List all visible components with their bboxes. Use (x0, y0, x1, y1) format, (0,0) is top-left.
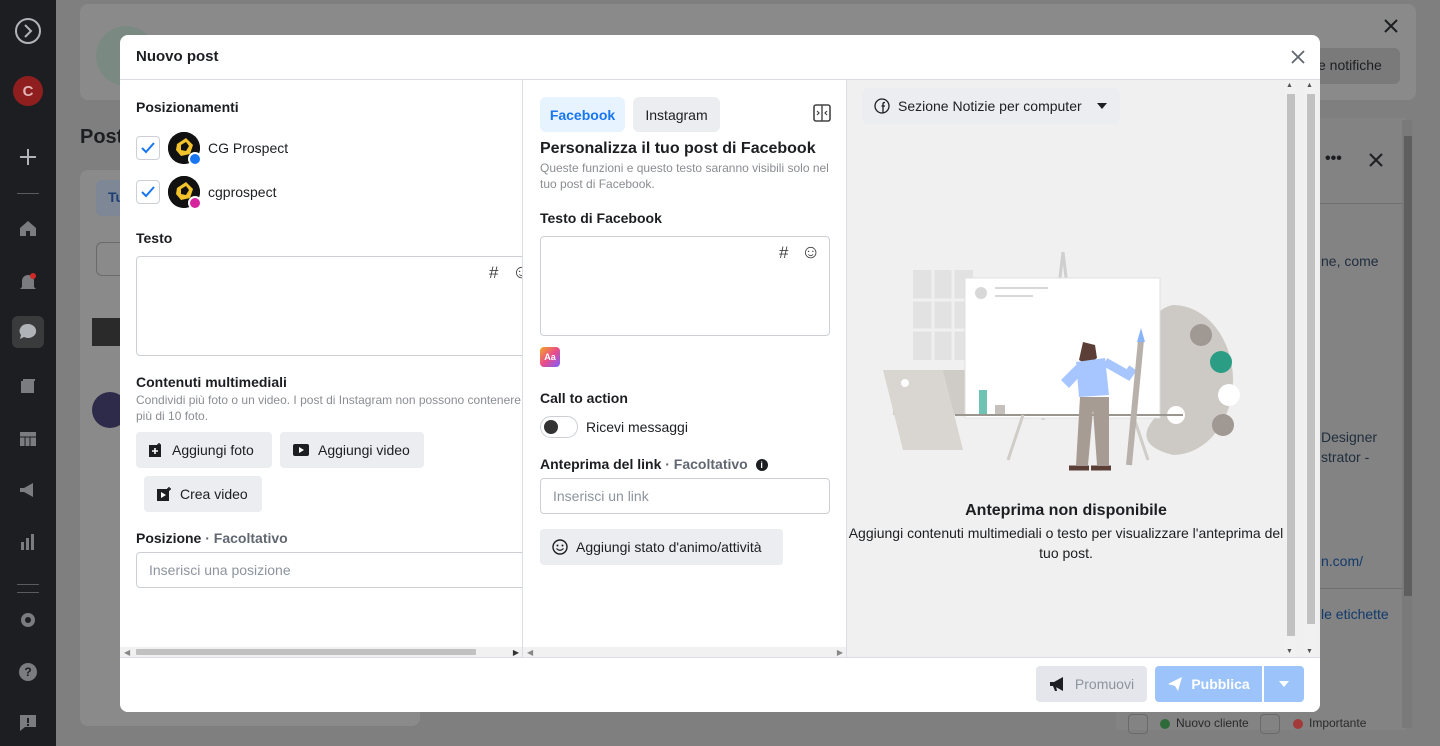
tab-instagram[interactable]: Instagram (633, 97, 720, 132)
svg-text:?: ? (24, 665, 31, 679)
publish-options-dropdown[interactable] (1264, 666, 1304, 702)
call-to-action-option-label: Ricevi messaggi (586, 419, 688, 435)
new-post-dialog: Nuovo post Posizionamenti CG Prospect cg… (120, 35, 1320, 712)
publish-label: Pubblica (1191, 676, 1250, 692)
add-photo-label: Aggiungi foto (172, 442, 254, 458)
instagram-badge-icon (188, 196, 202, 210)
create-video-icon (157, 487, 171, 501)
label-green-dot (1160, 719, 1170, 729)
smiley-icon (552, 539, 568, 555)
add-feeling-activity-button[interactable]: Aggiungi stato d'animo/attività (540, 529, 783, 565)
create-video-button[interactable]: Crea video (144, 476, 262, 512)
instagram-account-avatar (168, 176, 202, 210)
caret-down-icon (1096, 103, 1107, 109)
add-photo-button[interactable]: Aggiungi foto (136, 432, 272, 468)
text-label: Testo (136, 230, 173, 246)
help-icon[interactable]: ? (12, 656, 44, 688)
megaphone-icon (1049, 677, 1063, 691)
call-to-action-toggle[interactable] (540, 416, 578, 438)
facebook-icon (874, 98, 890, 114)
preview-vertical-scrollbar[interactable]: ▲ ▼ (1285, 80, 1295, 657)
customize-helper-text: Queste funzioni e questo testo saranno v… (540, 161, 829, 191)
inbox-chat-icon[interactable] (12, 316, 44, 348)
text-style-icon[interactable]: Aa (540, 347, 560, 367)
call-to-action-label: Call to action (540, 390, 628, 406)
preview-placement-label: Sezione Notizie per computer (898, 98, 1082, 114)
media-helper-text: Condividi più foto o un video. I post di… (136, 393, 521, 423)
meta-business-logo-icon[interactable] (12, 15, 44, 47)
layout-toggle-icon[interactable] (813, 104, 831, 127)
add-video-icon (293, 444, 309, 456)
background-page-title: Post (80, 126, 124, 148)
promote-label: Promuovi (1074, 676, 1135, 692)
middle-column-horizontal-scrollbar[interactable]: ◀ ▶ (523, 647, 846, 657)
preview-unavailable-title: Anteprima non disponibile (965, 502, 1167, 519)
position-input[interactable]: Inserisci una posizione (136, 552, 522, 588)
dialog-vertical-scrollbar[interactable]: ▲ ▼ (1305, 80, 1315, 657)
background-label-importante[interactable]: Importante (1309, 716, 1366, 730)
customize-title: Personalizza il tuo post di Facebook (540, 140, 816, 157)
left-column-horizontal-scrollbar[interactable]: ◀ ▶ (120, 647, 522, 657)
account-avatar[interactable]: C (12, 75, 44, 107)
facebook-customize-column: Facebook Instagram Personalizza il tuo p… (523, 80, 847, 657)
add-feeling-label: Aggiungi stato d'animo/attività (576, 539, 762, 555)
add-photo-icon (149, 443, 161, 457)
background-notifications-button[interactable]: e notifiche (1312, 48, 1400, 84)
facebook-account-avatar (168, 132, 202, 166)
preview-placement-dropdown[interactable]: Sezione Notizie per computer (862, 88, 1120, 124)
home-icon[interactable] (12, 212, 44, 244)
create-video-label: Crea video (180, 486, 248, 502)
facebook-text-label: Testo di Facebook (540, 210, 662, 226)
facebook-account-checkbox[interactable] (136, 136, 160, 160)
promote-button[interactable]: Promuovi (1036, 666, 1147, 702)
dialog-footer: Promuovi Pubblica (120, 657, 1320, 712)
content-icon[interactable] (12, 370, 44, 402)
link-preview-label: Anteprima del link · Facoltativo i (540, 456, 768, 472)
feedback-icon[interactable] (12, 707, 44, 739)
post-preview-column: Sezione Notizie per computer Anteprima n… (847, 80, 1320, 657)
dialog-title: Nuovo post (136, 48, 219, 65)
background-close-icon[interactable] (1381, 16, 1401, 41)
hashtag-icon[interactable]: # (779, 243, 788, 263)
background-more-icon[interactable]: ••• (1325, 150, 1342, 168)
plus-icon[interactable] (12, 141, 44, 173)
position-label: Posizione · Facoltativo (136, 530, 288, 546)
composer-left-column: Posizionamenti CG Prospect cgprospect Te… (120, 80, 523, 657)
ads-megaphone-icon[interactable] (12, 474, 44, 506)
planner-calendar-icon[interactable] (12, 422, 44, 454)
post-text-area[interactable]: # ☺ (136, 256, 522, 356)
notifications-bell-icon[interactable] (12, 266, 44, 298)
facebook-text-area[interactable]: # ☺ (540, 236, 830, 336)
settings-gear-icon[interactable] (12, 604, 44, 636)
background-label-nuovo-cliente[interactable]: Nuovo cliente (1176, 716, 1249, 730)
facebook-badge-icon (188, 152, 202, 166)
close-icon[interactable] (1286, 45, 1310, 69)
link-input[interactable]: Inserisci un link (540, 478, 830, 514)
preview-unavailable-description: Aggiungi contenuti multimediali o testo … (848, 525, 1284, 561)
emoji-icon[interactable]: ☺ (512, 262, 522, 284)
placements-label: Posizionamenti (136, 99, 239, 115)
left-navigation: C ? (0, 0, 56, 746)
dialog-header: Nuovo post (120, 35, 1320, 80)
instagram-account-name: cgprospect (208, 184, 277, 200)
send-plane-icon (1168, 677, 1183, 691)
media-label: Contenuti multimediali (136, 374, 287, 390)
preview-unavailable-illustration (883, 251, 1240, 471)
info-icon[interactable]: i (755, 459, 768, 472)
instagram-account-checkbox[interactable] (136, 180, 160, 204)
caret-down-icon (1279, 681, 1289, 687)
insights-chart-icon[interactable] (12, 526, 44, 558)
background-panel-close-icon[interactable] (1368, 152, 1384, 173)
add-video-button[interactable]: Aggiungi video (280, 432, 424, 468)
publish-button[interactable]: Pubblica (1155, 666, 1262, 702)
add-video-label: Aggiungi video (318, 442, 410, 458)
label-red-dot (1293, 719, 1303, 729)
facebook-account-name: CG Prospect (208, 140, 289, 156)
tab-facebook[interactable]: Facebook (540, 97, 625, 132)
hashtag-icon[interactable]: # (489, 263, 498, 283)
background-scrollbar[interactable] (1402, 120, 1412, 728)
emoji-icon[interactable]: ☺ (801, 242, 820, 264)
